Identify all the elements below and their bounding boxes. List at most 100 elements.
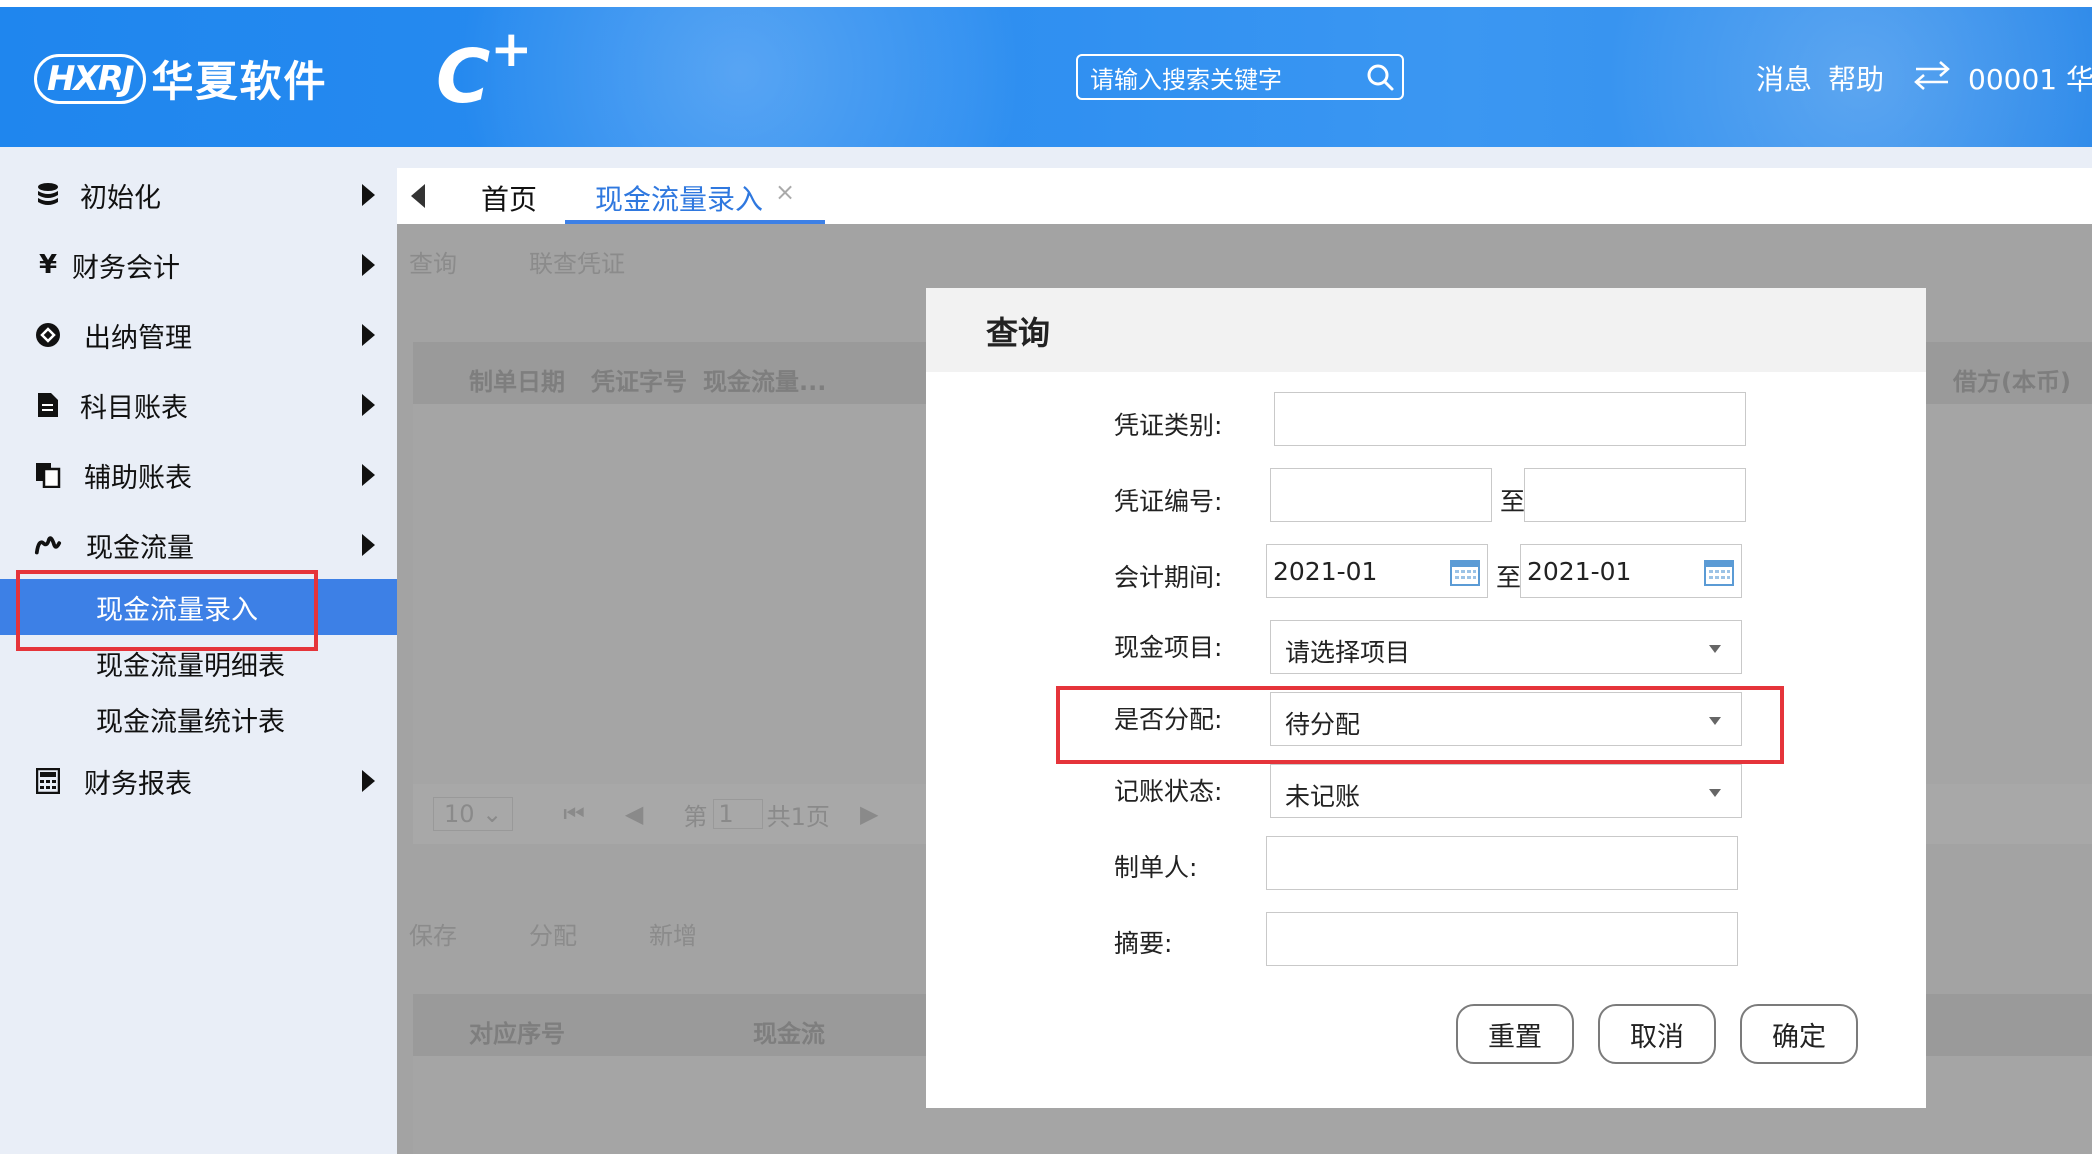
sidebar-item-init[interactable]: 初始化 — [0, 165, 397, 225]
search-icon[interactable] — [1358, 55, 1402, 99]
sidebar-item-cashier[interactable]: 出纳管理 — [0, 305, 397, 365]
tab-home[interactable]: 首页 — [481, 178, 537, 218]
chevron-right-icon — [362, 394, 375, 416]
chevron-right-icon — [362, 254, 375, 276]
range-to-label: 至 — [1496, 563, 1522, 592]
sidebar-item-cashflow[interactable]: 现金流量 — [0, 515, 397, 575]
search-input[interactable]: 请输入搜索关键字 — [1076, 54, 1404, 100]
highlight-box-allocated — [1056, 686, 1784, 764]
chevron-right-icon — [362, 464, 375, 486]
column-header[interactable]: 借方(本币) — [1953, 362, 2071, 397]
dropdown-arrow-icon — [1709, 789, 1721, 797]
close-icon[interactable]: × — [775, 178, 795, 206]
cash-item-select[interactable]: 请选择项目 — [1270, 620, 1742, 674]
help-link[interactable]: 帮助 — [1828, 58, 1884, 98]
sidebar-item-aux-ledger[interactable]: 辅助账表 — [0, 445, 397, 505]
search-placeholder: 请输入搜索关键字 — [1090, 65, 1282, 94]
page-total: 共1页 — [766, 802, 830, 831]
sidebar-item-reports[interactable]: 财务报表 — [0, 751, 397, 811]
copy-icon — [34, 461, 62, 489]
dropdown-arrow-icon — [1709, 645, 1721, 653]
confirm-button[interactable]: 确定 — [1740, 1004, 1858, 1064]
sidebar-item-accounting[interactable]: ¥ 财务会计 — [0, 235, 397, 295]
cancel-button[interactable]: 取消 — [1598, 1004, 1716, 1064]
posting-status-label: 记账状态: — [1114, 777, 1223, 806]
voucher-type-label: 凭证类别: — [1114, 411, 1223, 440]
flow-icon — [34, 531, 62, 559]
column-header[interactable]: 现金流量... — [703, 362, 826, 397]
tab-cashflow-entry[interactable]: 现金流量录入 × — [565, 168, 825, 224]
product-logo-c: C — [436, 34, 491, 120]
tab-label: 现金流量录入 — [595, 183, 764, 216]
maker-field[interactable] — [1266, 836, 1738, 890]
posting-status-select[interactable]: 未记账 — [1270, 764, 1742, 818]
calculator-icon — [34, 767, 62, 795]
column-header[interactable]: 现金流 — [753, 1014, 825, 1049]
yen-icon: ¥ — [38, 250, 58, 280]
brand-name: 华夏软件 — [151, 57, 328, 106]
cashier-icon — [34, 321, 62, 349]
query-button[interactable]: 查询 — [409, 244, 457, 279]
period-label: 会计期间: — [1114, 563, 1223, 592]
summary-label: 摘要: — [1114, 929, 1173, 958]
tab-bar: 首页 现金流量录入 × — [397, 168, 2092, 224]
column-header[interactable]: 对应序号 — [469, 1014, 565, 1049]
sidebar-item-ledger[interactable]: 科目账表 — [0, 375, 397, 435]
sidebar-item-label: 现金流量 — [86, 532, 194, 564]
calendar-icon[interactable] — [1449, 557, 1481, 587]
calendar-icon[interactable] — [1703, 557, 1735, 587]
product-logo-plus: + — [490, 20, 533, 78]
page-size-select[interactable]: 10 ⌄ — [433, 797, 514, 831]
posting-status-value: 未记账 — [1285, 782, 1361, 811]
summary-field[interactable] — [1266, 912, 1738, 966]
add-button[interactable]: 新增 — [649, 916, 697, 951]
brand-logo[interactable]: HXRJ 华夏软件 — [34, 48, 328, 109]
switch-arrows-icon[interactable] — [1912, 60, 1952, 97]
dialog-header: 查询 — [926, 288, 1926, 372]
column-header[interactable]: 凭证字号 — [591, 362, 687, 397]
sidebar-item-label: 财务报表 — [84, 768, 192, 800]
period-to-field[interactable]: 2021-01 — [1520, 544, 1742, 598]
column-header[interactable]: 制单日期 — [469, 362, 565, 397]
database-icon — [34, 181, 62, 209]
maker-label: 制单人: — [1114, 853, 1198, 882]
dialog-title: 查询 — [986, 314, 1051, 352]
page-size-value: 10 — [444, 800, 475, 828]
sidebar-item-label: 辅助账表 — [84, 462, 192, 494]
sidebar-subitem-cashflow-stats[interactable]: 现金流量统计表 — [0, 691, 397, 747]
period-from-field[interactable]: 2021-01 — [1266, 544, 1488, 598]
range-to-label: 至 — [1500, 487, 1526, 516]
allocate-button[interactable]: 分配 — [529, 916, 577, 951]
chevron-down-icon — [362, 534, 375, 556]
document-icon — [34, 391, 62, 419]
period-from-value: 2021-01 — [1273, 557, 1378, 586]
messages-link[interactable]: 消息 — [1756, 58, 1812, 98]
sidebar-item-label: 科目账表 — [80, 392, 188, 424]
chevron-right-icon — [362, 184, 375, 206]
voucher-no-to-field[interactable] — [1524, 468, 1746, 522]
view-voucher-button[interactable]: 联查凭证 — [529, 244, 625, 279]
query-dialog: 查询 凭证类别: 凭证编号: 至 会计期间: 2021-01 至 2021-01… — [926, 288, 1926, 1108]
next-page-icon[interactable]: ▶ — [860, 800, 878, 828]
sidebar-item-label: 财务会计 — [72, 252, 180, 284]
save-button[interactable]: 保存 — [409, 916, 457, 951]
cash-item-label: 现金项目: — [1114, 633, 1223, 662]
period-to-value: 2021-01 — [1527, 557, 1632, 586]
top-header: HXRJ 华夏软件 C+ 请输入搜索关键字 消息 帮助 00001 华 — [0, 0, 2092, 147]
voucher-type-field[interactable] — [1274, 392, 1746, 446]
product-logo: C+ — [436, 20, 532, 120]
page-number-input[interactable]: 1 — [713, 799, 763, 829]
toolbar-bottom: 保存 分配 新增 — [409, 916, 769, 951]
voucher-no-from-field[interactable] — [1270, 468, 1492, 522]
reset-button[interactable]: 重置 — [1456, 1004, 1574, 1064]
sidebar-subitem-label: 现金流量统计表 — [96, 706, 285, 738]
prev-page-icon[interactable]: ◀ — [625, 800, 643, 828]
user-account[interactable]: 00001 华 — [1968, 58, 2092, 98]
chevron-right-icon — [362, 324, 375, 346]
chevron-right-icon — [362, 770, 375, 792]
voucher-no-label: 凭证编号: — [1114, 487, 1223, 516]
first-page-icon[interactable]: ⏮ — [563, 800, 585, 828]
sidebar-item-label: 初始化 — [80, 182, 161, 214]
tab-scroll-left-icon[interactable] — [411, 184, 425, 208]
toolbar-top: 查询 联查凭证 — [409, 244, 697, 279]
